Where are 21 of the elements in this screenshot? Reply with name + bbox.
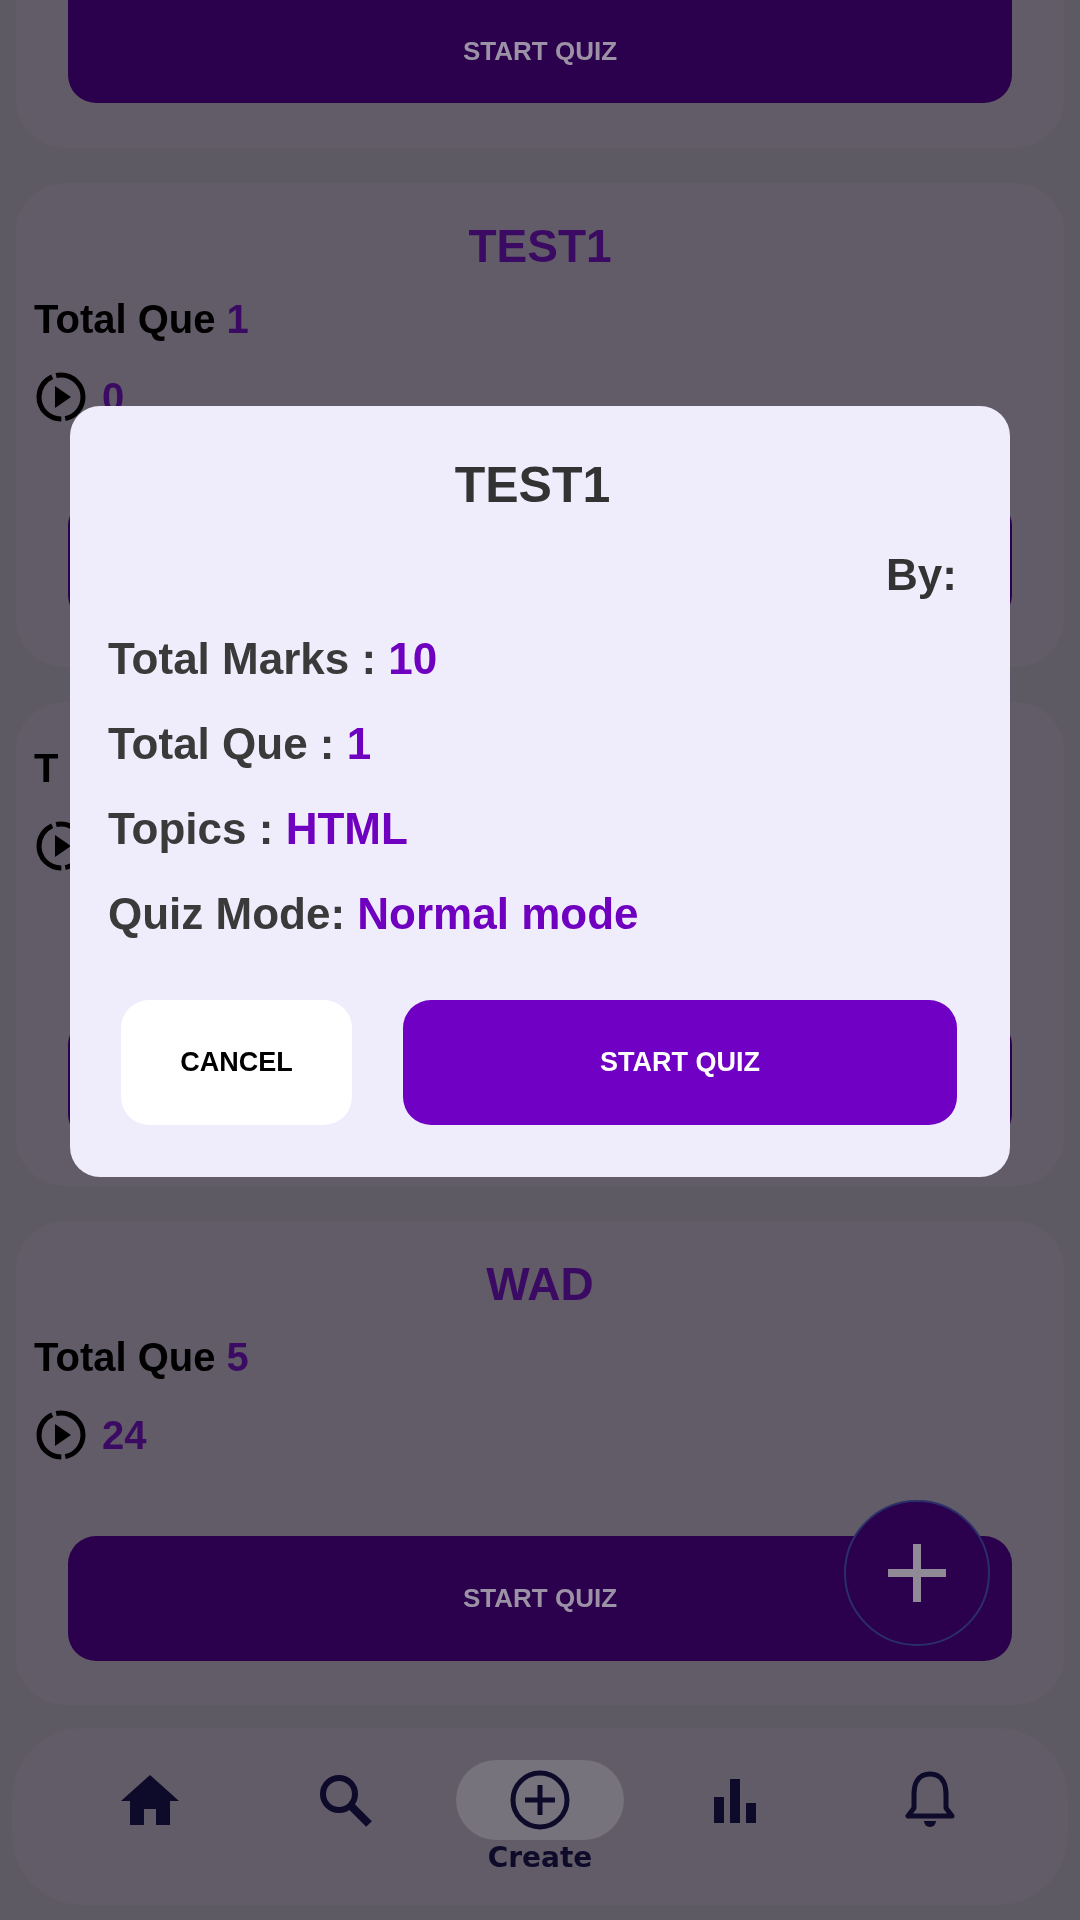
quiz-title: WAD (486, 1257, 594, 1312)
quiz-detail: Quiz Mode: Normal mode (108, 888, 640, 940)
author-label: By: (886, 549, 957, 601)
total-questions: Total Que 1 (34, 296, 249, 343)
quiz-detail: Total Que : 1 (108, 718, 373, 770)
nav-label[interactable]: Create (487, 1840, 593, 1876)
play-icon (34, 1408, 88, 1462)
dialog-title: TEST1 (454, 456, 611, 515)
bell-icon[interactable] (904, 1770, 957, 1830)
start-quiz-button[interactable]: START QUIZ (403, 1000, 957, 1125)
quiz-detail: Topics : HTML (108, 803, 409, 855)
plus-icon (886, 1542, 948, 1604)
quiz-detail: Total Marks : 10 (108, 633, 439, 685)
start-quiz-button[interactable]: START QUIZ (68, 0, 1012, 103)
play-icon (34, 370, 88, 424)
total-questions: T (34, 745, 59, 792)
quiz-title: TEST1 (468, 219, 612, 274)
play-count: 24 (102, 1412, 147, 1459)
add-circle-icon[interactable] (508, 1769, 571, 1831)
cancel-button[interactable]: CANCEL (121, 1000, 352, 1125)
total-questions: Total Que 5 (34, 1334, 249, 1381)
